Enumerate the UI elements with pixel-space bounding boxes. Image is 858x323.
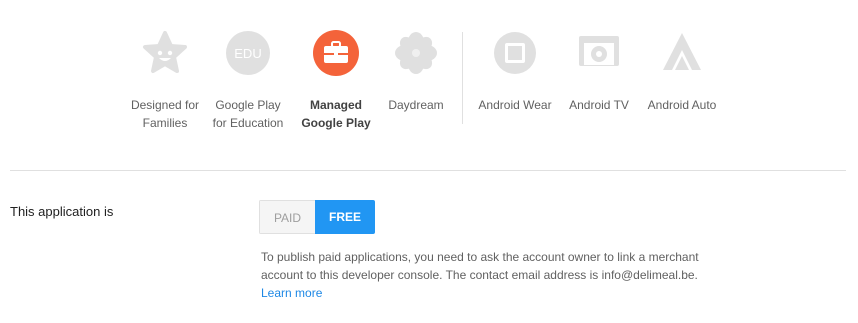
pricing-toggle: PAID FREE xyxy=(259,200,375,234)
section-divider xyxy=(10,170,846,171)
program-android-auto[interactable]: Android Auto xyxy=(632,30,732,114)
pricing-info-text: To publish paid applications, you need t… xyxy=(261,250,699,282)
program-label-line1: Google Play xyxy=(215,98,281,112)
pricing-label: This application is xyxy=(10,204,114,219)
pricing-info: To publish paid applications, you need t… xyxy=(261,248,721,302)
daydream-icon xyxy=(393,30,439,76)
program-label-line2: for Education xyxy=(212,116,284,130)
tv-icon xyxy=(576,30,622,76)
auto-icon xyxy=(659,30,705,76)
program-divider xyxy=(462,32,463,124)
learn-more-link[interactable]: Learn more xyxy=(261,286,322,300)
program-label-line1: Daydream xyxy=(388,98,444,112)
program-daydream[interactable]: Daydream xyxy=(366,30,466,114)
watch-icon xyxy=(492,30,538,76)
paid-option-button[interactable]: PAID xyxy=(259,200,315,234)
edu-icon-text: EDU xyxy=(234,46,261,61)
briefcase-icon xyxy=(313,30,359,76)
program-google-play-for-education[interactable]: EDU Google Play for Education xyxy=(198,30,298,132)
star-face-icon xyxy=(142,30,188,76)
program-label-line1: Android Auto xyxy=(647,98,717,112)
free-option-button[interactable]: FREE xyxy=(315,200,375,234)
program-label-line2: Google Play xyxy=(301,116,371,130)
edu-icon: EDU xyxy=(225,30,271,76)
program-selector: Designed for Families EDU Google Play fo… xyxy=(0,0,858,170)
